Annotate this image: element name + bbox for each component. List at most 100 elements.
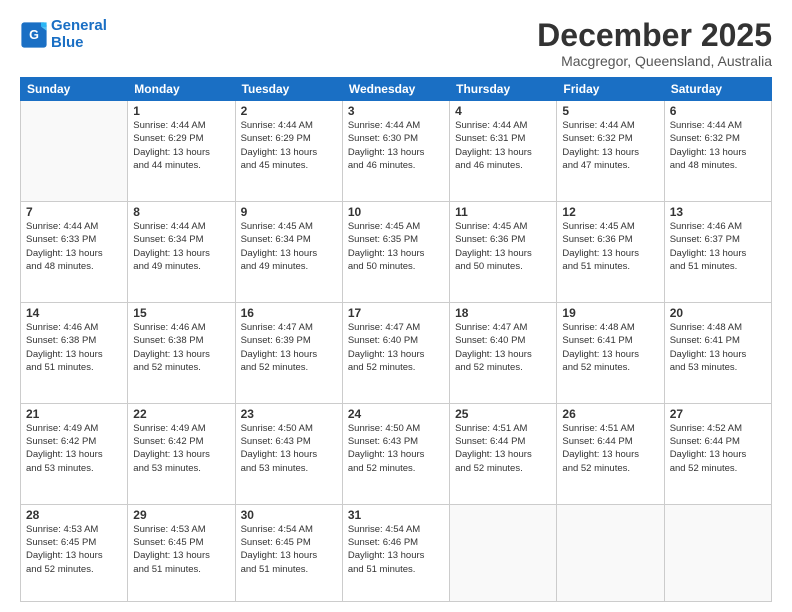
weekday-header-sunday: Sunday: [21, 78, 128, 101]
day-info: Sunrise: 4:44 AM Sunset: 6:32 PM Dayligh…: [562, 119, 658, 172]
location: Macgregor, Queensland, Australia: [537, 53, 772, 69]
calendar-cell: 22Sunrise: 4:49 AM Sunset: 6:42 PM Dayli…: [128, 403, 235, 504]
day-info: Sunrise: 4:44 AM Sunset: 6:32 PM Dayligh…: [670, 119, 766, 172]
calendar-table: SundayMondayTuesdayWednesdayThursdayFrid…: [20, 77, 772, 602]
day-info: Sunrise: 4:49 AM Sunset: 6:42 PM Dayligh…: [26, 422, 122, 475]
calendar-cell: 31Sunrise: 4:54 AM Sunset: 6:46 PM Dayli…: [342, 504, 449, 601]
week-row-5: 28Sunrise: 4:53 AM Sunset: 6:45 PM Dayli…: [21, 504, 772, 601]
calendar-cell: 18Sunrise: 4:47 AM Sunset: 6:40 PM Dayli…: [450, 302, 557, 403]
day-info: Sunrise: 4:47 AM Sunset: 6:40 PM Dayligh…: [348, 321, 444, 374]
day-number: 18: [455, 306, 551, 320]
calendar-cell: 25Sunrise: 4:51 AM Sunset: 6:44 PM Dayli…: [450, 403, 557, 504]
day-number: 22: [133, 407, 229, 421]
day-info: Sunrise: 4:44 AM Sunset: 6:34 PM Dayligh…: [133, 220, 229, 273]
calendar-cell: 14Sunrise: 4:46 AM Sunset: 6:38 PM Dayli…: [21, 302, 128, 403]
calendar-cell: 5Sunrise: 4:44 AM Sunset: 6:32 PM Daylig…: [557, 101, 664, 202]
calendar-cell: 12Sunrise: 4:45 AM Sunset: 6:36 PM Dayli…: [557, 202, 664, 303]
day-number: 20: [670, 306, 766, 320]
calendar-cell: 15Sunrise: 4:46 AM Sunset: 6:38 PM Dayli…: [128, 302, 235, 403]
day-number: 28: [26, 508, 122, 522]
day-info: Sunrise: 4:46 AM Sunset: 6:38 PM Dayligh…: [133, 321, 229, 374]
day-info: Sunrise: 4:45 AM Sunset: 6:36 PM Dayligh…: [455, 220, 551, 273]
weekday-header-friday: Friday: [557, 78, 664, 101]
logo: G General Blue: [20, 18, 107, 51]
day-info: Sunrise: 4:53 AM Sunset: 6:45 PM Dayligh…: [26, 523, 122, 576]
calendar-cell: 9Sunrise: 4:45 AM Sunset: 6:34 PM Daylig…: [235, 202, 342, 303]
day-number: 4: [455, 104, 551, 118]
week-row-3: 14Sunrise: 4:46 AM Sunset: 6:38 PM Dayli…: [21, 302, 772, 403]
day-number: 17: [348, 306, 444, 320]
month-title: December 2025: [537, 18, 772, 53]
calendar-cell: 1Sunrise: 4:44 AM Sunset: 6:29 PM Daylig…: [128, 101, 235, 202]
weekday-header-tuesday: Tuesday: [235, 78, 342, 101]
calendar-cell: [450, 504, 557, 601]
calendar-cell: 26Sunrise: 4:51 AM Sunset: 6:44 PM Dayli…: [557, 403, 664, 504]
weekday-header-thursday: Thursday: [450, 78, 557, 101]
day-info: Sunrise: 4:47 AM Sunset: 6:40 PM Dayligh…: [455, 321, 551, 374]
calendar-cell: 28Sunrise: 4:53 AM Sunset: 6:45 PM Dayli…: [21, 504, 128, 601]
calendar-cell: 4Sunrise: 4:44 AM Sunset: 6:31 PM Daylig…: [450, 101, 557, 202]
day-number: 3: [348, 104, 444, 118]
day-number: 12: [562, 205, 658, 219]
day-number: 9: [241, 205, 337, 219]
day-number: 14: [26, 306, 122, 320]
week-row-2: 7Sunrise: 4:44 AM Sunset: 6:33 PM Daylig…: [21, 202, 772, 303]
day-number: 7: [26, 205, 122, 219]
day-number: 19: [562, 306, 658, 320]
day-info: Sunrise: 4:45 AM Sunset: 6:34 PM Dayligh…: [241, 220, 337, 273]
day-info: Sunrise: 4:54 AM Sunset: 6:45 PM Dayligh…: [241, 523, 337, 576]
day-number: 30: [241, 508, 337, 522]
weekday-header-saturday: Saturday: [664, 78, 771, 101]
calendar-cell: 17Sunrise: 4:47 AM Sunset: 6:40 PM Dayli…: [342, 302, 449, 403]
logo-icon: G: [20, 21, 48, 49]
day-number: 24: [348, 407, 444, 421]
day-info: Sunrise: 4:49 AM Sunset: 6:42 PM Dayligh…: [133, 422, 229, 475]
day-number: 29: [133, 508, 229, 522]
day-number: 16: [241, 306, 337, 320]
svg-text:G: G: [29, 28, 39, 42]
day-info: Sunrise: 4:44 AM Sunset: 6:29 PM Dayligh…: [241, 119, 337, 172]
day-number: 5: [562, 104, 658, 118]
day-info: Sunrise: 4:46 AM Sunset: 6:38 PM Dayligh…: [26, 321, 122, 374]
day-info: Sunrise: 4:44 AM Sunset: 6:33 PM Dayligh…: [26, 220, 122, 273]
day-info: Sunrise: 4:44 AM Sunset: 6:30 PM Dayligh…: [348, 119, 444, 172]
day-number: 27: [670, 407, 766, 421]
day-info: Sunrise: 4:48 AM Sunset: 6:41 PM Dayligh…: [562, 321, 658, 374]
day-info: Sunrise: 4:47 AM Sunset: 6:39 PM Dayligh…: [241, 321, 337, 374]
weekday-header-row: SundayMondayTuesdayWednesdayThursdayFrid…: [21, 78, 772, 101]
day-info: Sunrise: 4:45 AM Sunset: 6:35 PM Dayligh…: [348, 220, 444, 273]
calendar-cell: 6Sunrise: 4:44 AM Sunset: 6:32 PM Daylig…: [664, 101, 771, 202]
title-block: December 2025 Macgregor, Queensland, Aus…: [537, 18, 772, 69]
calendar-cell: 13Sunrise: 4:46 AM Sunset: 6:37 PM Dayli…: [664, 202, 771, 303]
day-number: 25: [455, 407, 551, 421]
calendar-cell: [664, 504, 771, 601]
weekday-header-monday: Monday: [128, 78, 235, 101]
day-info: Sunrise: 4:50 AM Sunset: 6:43 PM Dayligh…: [348, 422, 444, 475]
day-number: 15: [133, 306, 229, 320]
calendar-cell: 16Sunrise: 4:47 AM Sunset: 6:39 PM Dayli…: [235, 302, 342, 403]
day-number: 6: [670, 104, 766, 118]
day-info: Sunrise: 4:52 AM Sunset: 6:44 PM Dayligh…: [670, 422, 766, 475]
calendar-cell: 27Sunrise: 4:52 AM Sunset: 6:44 PM Dayli…: [664, 403, 771, 504]
day-number: 13: [670, 205, 766, 219]
day-number: 21: [26, 407, 122, 421]
day-info: Sunrise: 4:54 AM Sunset: 6:46 PM Dayligh…: [348, 523, 444, 576]
day-number: 31: [348, 508, 444, 522]
calendar-cell: 29Sunrise: 4:53 AM Sunset: 6:45 PM Dayli…: [128, 504, 235, 601]
week-row-4: 21Sunrise: 4:49 AM Sunset: 6:42 PM Dayli…: [21, 403, 772, 504]
calendar-cell: 11Sunrise: 4:45 AM Sunset: 6:36 PM Dayli…: [450, 202, 557, 303]
calendar-cell: 24Sunrise: 4:50 AM Sunset: 6:43 PM Dayli…: [342, 403, 449, 504]
weekday-header-wednesday: Wednesday: [342, 78, 449, 101]
calendar-cell: [21, 101, 128, 202]
header: G General Blue December 2025 Macgregor, …: [20, 18, 772, 69]
day-number: 23: [241, 407, 337, 421]
calendar-cell: [557, 504, 664, 601]
day-number: 8: [133, 205, 229, 219]
day-number: 11: [455, 205, 551, 219]
calendar-cell: 19Sunrise: 4:48 AM Sunset: 6:41 PM Dayli…: [557, 302, 664, 403]
day-info: Sunrise: 4:50 AM Sunset: 6:43 PM Dayligh…: [241, 422, 337, 475]
day-number: 10: [348, 205, 444, 219]
day-info: Sunrise: 4:44 AM Sunset: 6:31 PM Dayligh…: [455, 119, 551, 172]
day-info: Sunrise: 4:45 AM Sunset: 6:36 PM Dayligh…: [562, 220, 658, 273]
calendar-cell: 20Sunrise: 4:48 AM Sunset: 6:41 PM Dayli…: [664, 302, 771, 403]
